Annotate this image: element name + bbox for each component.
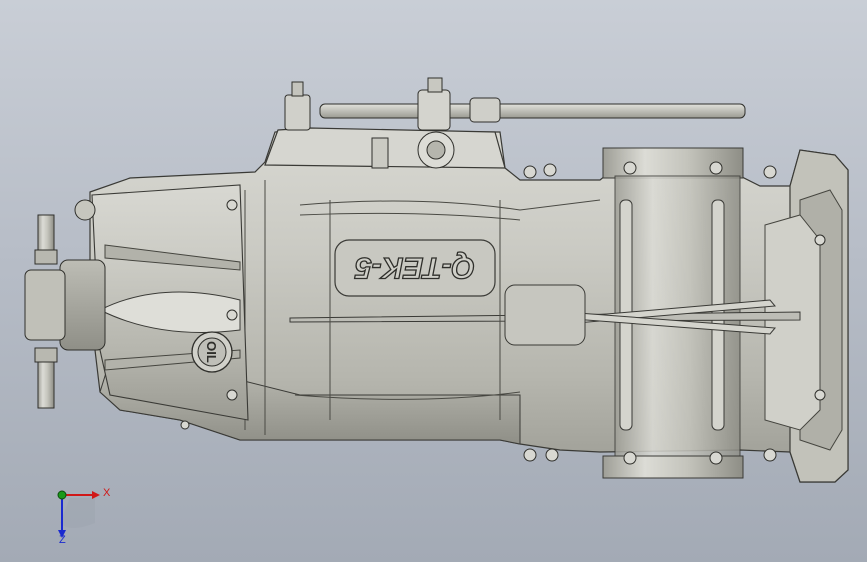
triad-shadow xyxy=(60,498,95,528)
graphics-viewport[interactable]: Q-TEK-5 OIL X Z xyxy=(0,0,867,562)
x-axis-label: X xyxy=(103,487,111,499)
z-axis-label: Z xyxy=(59,534,66,546)
orientation-triad: X Z xyxy=(40,478,120,548)
oil-plug[interactable]: OIL xyxy=(191,331,233,373)
oval-boss xyxy=(504,284,586,346)
casting-text: Q-TEK-5 xyxy=(354,251,475,284)
y-axis-dot xyxy=(57,490,67,500)
casting-nameplate: Q-TEK-5 xyxy=(334,239,496,297)
oil-label: OIL xyxy=(204,341,219,363)
gearbox-model[interactable]: Q-TEK-5 OIL xyxy=(0,0,867,562)
upper-cylinder xyxy=(602,147,744,179)
